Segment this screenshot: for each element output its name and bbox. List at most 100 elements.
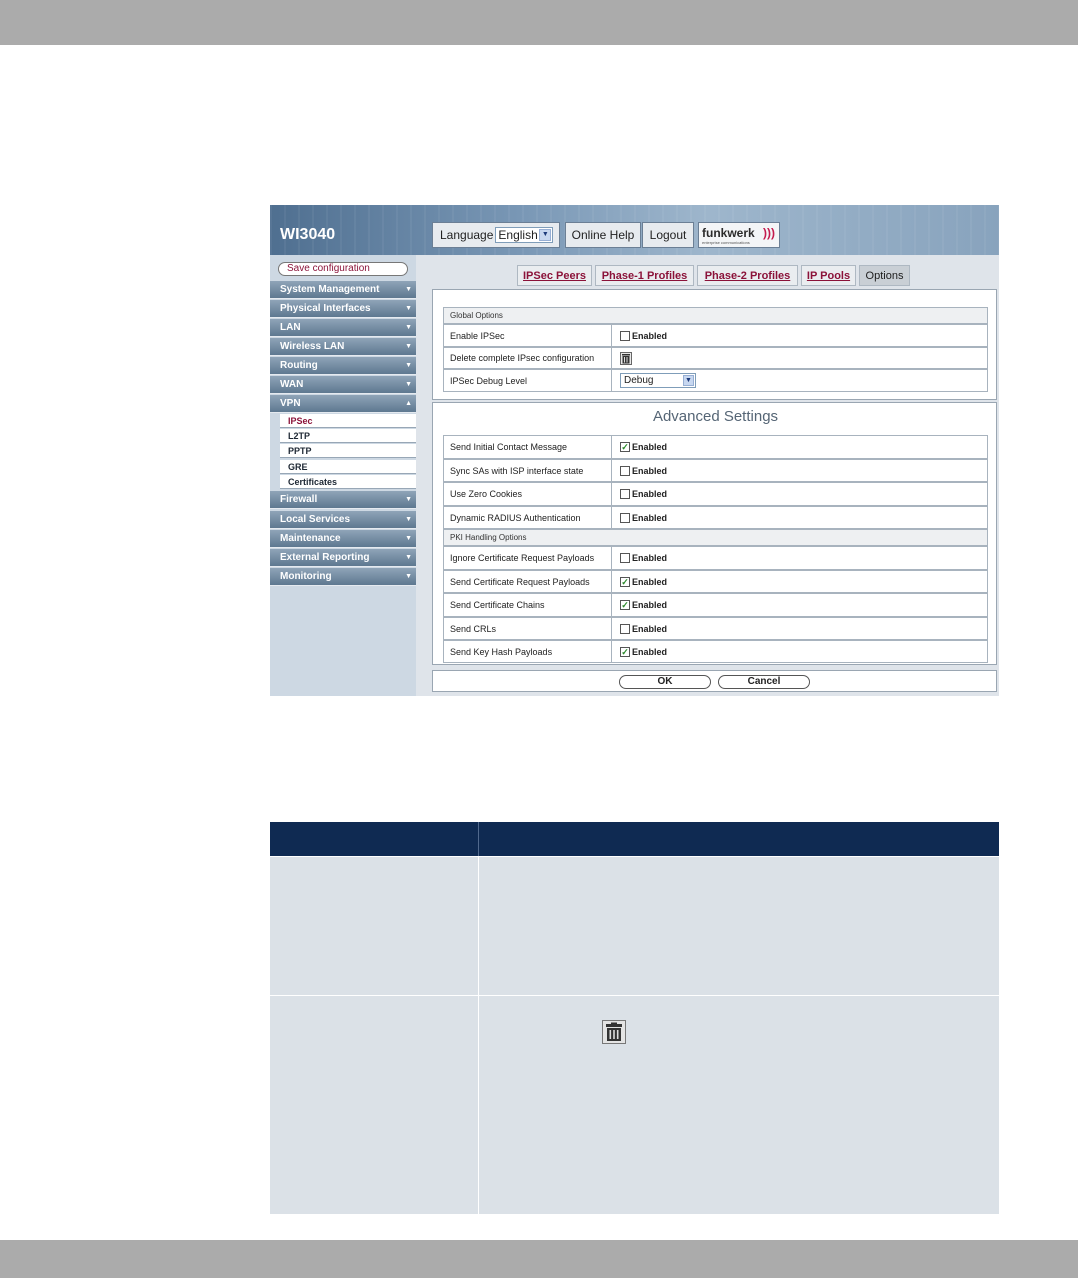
sidebar: Save configuration System Management ▼ Ph… [270, 255, 416, 696]
pki-handling-header: PKI Handling Options [443, 529, 988, 546]
language-select[interactable]: English ▼ [495, 227, 554, 243]
chevron-down-icon: ▼ [405, 305, 412, 312]
ok-button[interactable]: OK [619, 675, 711, 689]
chevron-down-icon: ▼ [405, 362, 412, 369]
row-label: Use Zero Cookies [444, 483, 612, 505]
chevron-down-icon: ▼ [405, 496, 412, 503]
debug-level-select[interactable]: Debug ▼ [620, 373, 696, 388]
send-crls-row: Send CRLs Enabled [443, 617, 988, 640]
sync-sas-checkbox[interactable]: Enabled [620, 460, 667, 481]
button-bar: OK Cancel [432, 670, 997, 692]
sidebar-item-local-services[interactable]: Local Services ▼ [270, 511, 416, 529]
sidebar-subitem-gre[interactable]: GRE [280, 460, 416, 474]
brand-name: funkwerk [702, 226, 755, 240]
tab-options[interactable]: Options [859, 265, 910, 286]
sidebar-item-label: Routing [280, 360, 318, 371]
send-initial-contact-checkbox[interactable]: ✓ Enabled [620, 436, 667, 458]
logout-button[interactable]: Logout [642, 222, 694, 248]
sidebar-item-monitoring[interactable]: Monitoring ▼ [270, 568, 416, 586]
send-crls-checkbox[interactable]: Enabled [620, 618, 667, 639]
language-control: Language English ▼ [432, 222, 560, 248]
sidebar-item-lan[interactable]: LAN ▼ [270, 319, 416, 337]
sidebar-item-routing[interactable]: Routing ▼ [270, 357, 416, 375]
sidebar-item-label: WAN [280, 379, 304, 390]
sidebar-item-label: VPN [280, 398, 301, 409]
table-row [270, 857, 999, 995]
checkbox-unchecked [620, 512, 630, 523]
advanced-settings-panel: Advanced Settings Send Initial Contact M… [432, 402, 997, 665]
chevron-down-icon: ▼ [405, 286, 412, 293]
header-divider [478, 822, 479, 856]
row-label: Send Certificate Request Payloads [444, 571, 612, 592]
sidebar-item-label: Wireless LAN [280, 341, 345, 352]
sidebar-subitem-certificates[interactable]: Certificates [280, 475, 416, 489]
page-top-bar [0, 0, 1078, 45]
checkbox-checked: ✓ [620, 442, 630, 452]
tab-ipsec-peers[interactable]: IPSec Peers [517, 265, 592, 286]
sidebar-item-external-reporting[interactable]: External Reporting ▼ [270, 549, 416, 567]
brand-subtitle: enterprise communications [702, 240, 750, 245]
row-label: Send CRLs [444, 618, 612, 639]
send-key-hash-row: Send Key Hash Payloads ✓ Enabled [443, 640, 988, 663]
sidebar-item-maintenance[interactable]: Maintenance ▼ [270, 530, 416, 548]
delete-config-button[interactable] [620, 348, 632, 368]
enable-ipsec-checkbox[interactable]: Enabled [620, 325, 667, 346]
checkbox-label: Enabled [632, 330, 668, 341]
tab-phase1-profiles[interactable]: Phase-1 Profiles [595, 265, 694, 286]
chevron-down-icon: ▼ [405, 324, 412, 331]
sidebar-item-wireless-lan[interactable]: Wireless LAN ▼ [270, 338, 416, 356]
use-zero-cookies-row: Use Zero Cookies Enabled [443, 482, 988, 506]
sidebar-item-label: Local Services [280, 514, 351, 525]
ignore-cert-request-checkbox[interactable]: Enabled [620, 547, 667, 569]
use-zero-cookies-checkbox[interactable]: Enabled [620, 483, 667, 505]
dynamic-radius-row: Dynamic RADIUS Authentication Enabled [443, 506, 988, 529]
chevron-down-icon: ▼ [683, 375, 694, 386]
enable-ipsec-row: Enable IPSec Enabled [443, 324, 988, 347]
row-label: Sync SAs with ISP interface state [444, 460, 612, 481]
checkbox-label: Enabled [632, 442, 668, 452]
sidebar-subitem-l2tp[interactable]: L2TP [280, 429, 416, 443]
sidebar-item-system-management[interactable]: System Management ▼ [270, 281, 416, 299]
chevron-down-icon: ▼ [405, 381, 412, 388]
send-initial-contact-row: Send Initial Contact Message ✓ Enabled [443, 435, 988, 459]
global-options-header: Global Options [443, 307, 988, 324]
sidebar-subitem-pptp[interactable]: PPTP [280, 444, 416, 458]
sidebar-subitem-ipsec[interactable]: IPSec [280, 414, 416, 428]
row-label: Enable IPSec [444, 325, 612, 346]
row-label: Dynamic RADIUS Authentication [444, 507, 612, 528]
checkbox-unchecked [620, 623, 630, 634]
chevron-down-icon: ▼ [405, 573, 412, 580]
send-cert-chains-checkbox[interactable]: ✓ Enabled [620, 594, 667, 616]
online-help-button[interactable]: Online Help [565, 222, 641, 248]
checkbox-label: Enabled [632, 623, 668, 634]
checkbox-label: Enabled [632, 465, 668, 476]
debug-level-value: Debug [624, 375, 654, 386]
sidebar-item-label: Monitoring [280, 571, 332, 582]
row-label: Ignore Certificate Request Payloads [444, 547, 612, 569]
chevron-up-icon: ▲ [405, 400, 412, 407]
sidebar-item-firewall[interactable]: Firewall ▼ [270, 491, 416, 509]
checkbox-label: Enabled [632, 576, 668, 587]
global-options-panel: Global Options Enable IPSec Enabled Dele… [432, 289, 997, 400]
ipsec-debug-level-row: IPSec Debug Level Debug ▼ [443, 369, 988, 392]
send-cert-chains-row: Send Certificate Chains ✓ Enabled [443, 593, 988, 617]
sidebar-item-physical-interfaces[interactable]: Physical Interfaces ▼ [270, 300, 416, 318]
sidebar-item-label: Maintenance [280, 533, 341, 544]
trash-icon [620, 351, 632, 365]
table-cell [270, 857, 478, 995]
send-key-hash-checkbox[interactable]: ✓ Enabled [620, 641, 667, 662]
dynamic-radius-checkbox[interactable]: Enabled [620, 507, 667, 528]
sidebar-item-wan[interactable]: WAN ▼ [270, 376, 416, 394]
checkbox-unchecked [620, 465, 630, 476]
debug-level-cell: Debug ▼ [620, 370, 696, 391]
send-cert-request-checkbox[interactable]: ✓ Enabled [620, 571, 667, 592]
sidebar-item-label: Firewall [280, 494, 318, 505]
sidebar-item-vpn[interactable]: VPN ▲ [270, 395, 416, 413]
save-configuration-button[interactable]: Save configuration [278, 262, 408, 276]
trash-icon [602, 1020, 626, 1044]
router-ui-screenshot: WI3040 Language English ▼ Online Help Lo… [270, 205, 999, 696]
tab-phase2-profiles[interactable]: Phase-2 Profiles [697, 265, 798, 286]
cancel-button[interactable]: Cancel [718, 675, 810, 689]
tab-ip-pools[interactable]: IP Pools [801, 265, 856, 286]
checkbox-checked: ✓ [620, 600, 630, 610]
